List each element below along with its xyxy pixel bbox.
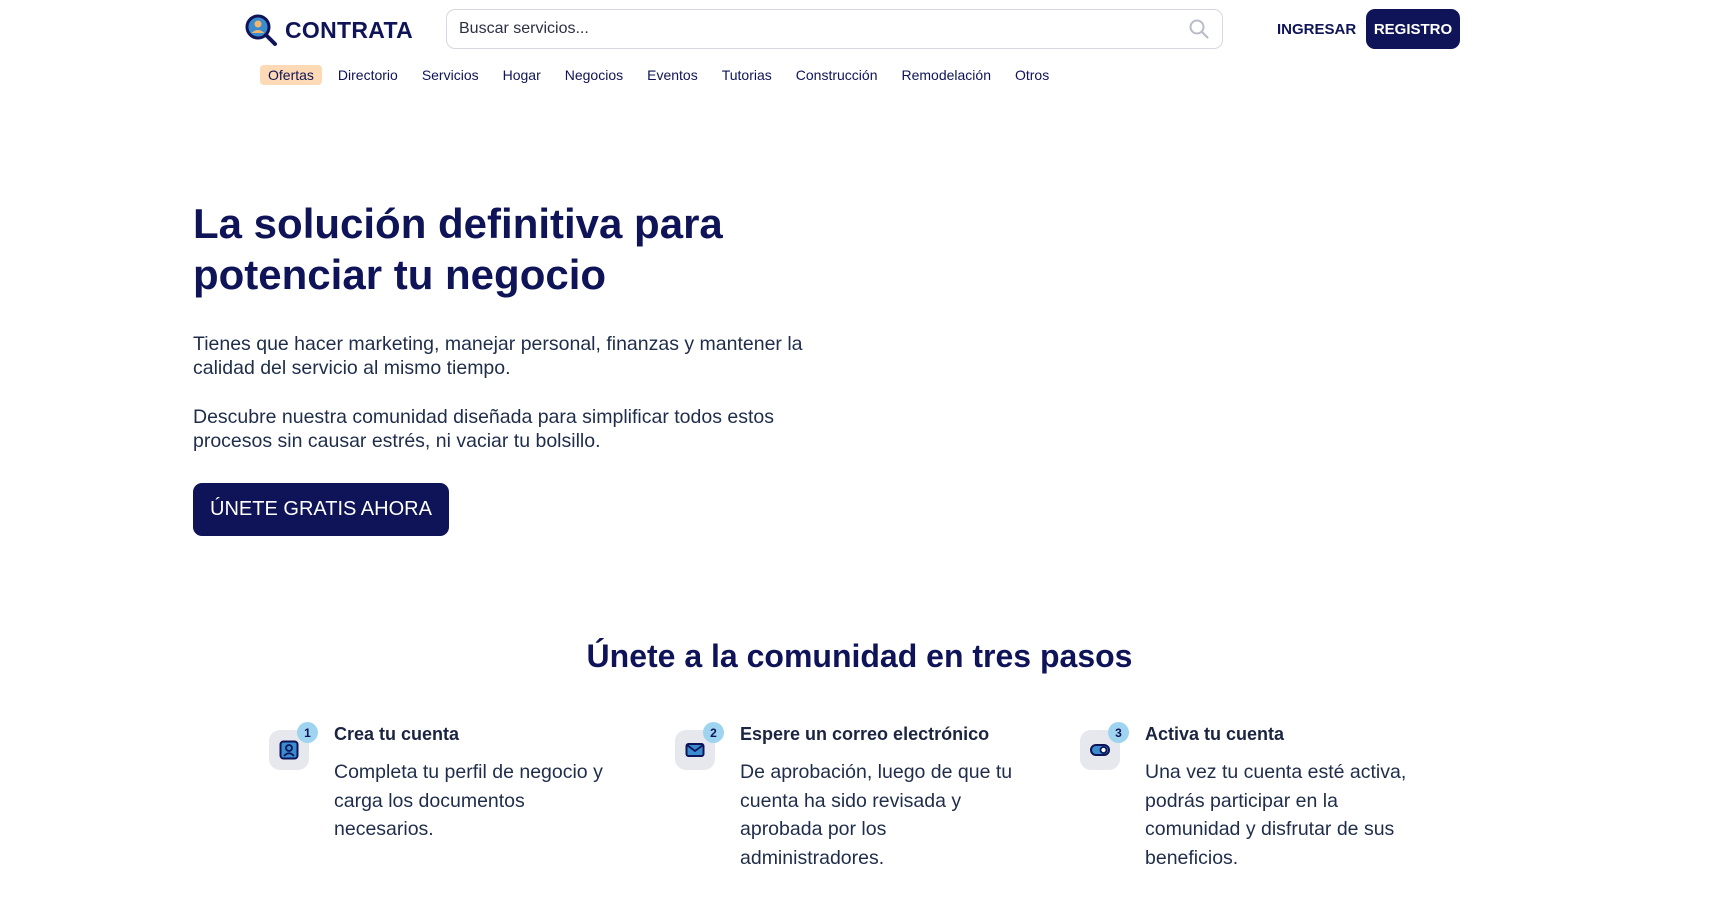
step-heading: Crea tu cuenta (334, 724, 460, 744)
step-number-badge: 1 (297, 722, 318, 743)
hero-paragraph-2: Descubre nuestra comunidad diseñada para… (193, 406, 774, 452)
step-heading: Espere un correo electrónico (740, 724, 990, 744)
search-bar (446, 9, 1223, 49)
profile-card-icon (279, 740, 299, 760)
steps-title: Únete a la comunidad en tres pasos (586, 638, 1133, 674)
step-description: Una vez tu cuenta esté activa, podrás pa… (1145, 761, 1407, 869)
nav-item-servicios[interactable]: Servicios (414, 65, 487, 85)
nav-item-directorio[interactable]: Directorio (330, 65, 406, 85)
step-heading: Activa tu cuenta (1145, 724, 1285, 744)
login-button[interactable]: INGRESAR (1277, 15, 1356, 43)
category-nav: Ofertas Directorio Servicios Hogar Negoc… (260, 65, 1057, 85)
step-number-badge: 3 (1108, 722, 1129, 743)
register-button[interactable]: REGISTRO (1366, 9, 1460, 49)
envelope-icon (685, 743, 705, 757)
search-icon[interactable] (1188, 18, 1210, 40)
step-number-badge: 2 (703, 722, 724, 743)
brand-logo[interactable]: CONTRATA (243, 12, 413, 48)
step-description: Completa tu perfil de negocio y carga lo… (334, 761, 603, 840)
step-description: De aprobación, luego de que tu cuenta ha… (740, 761, 1013, 869)
toggle-icon (1090, 744, 1110, 756)
brand-name: CONTRATA (285, 16, 414, 43)
logo-magnifier-icon (245, 14, 277, 46)
hero-title: La solución definitiva para potenciar tu… (193, 200, 723, 298)
join-free-button[interactable]: ÚNETE GRATIS AHORA (193, 483, 449, 536)
nav-item-otros[interactable]: Otros (1007, 65, 1057, 85)
nav-item-ofertas[interactable]: Ofertas (260, 65, 322, 85)
hero-paragraph-1: Tienes que hacer marketing, manejar pers… (193, 333, 803, 379)
nav-item-construccion[interactable]: Construcción (788, 65, 886, 85)
nav-item-hogar[interactable]: Hogar (495, 65, 549, 85)
nav-item-remodelacion[interactable]: Remodelación (893, 65, 999, 85)
search-input[interactable] (459, 20, 1188, 38)
nav-item-eventos[interactable]: Eventos (639, 65, 706, 85)
nav-item-tutorias[interactable]: Tutorias (714, 65, 780, 85)
nav-item-negocios[interactable]: Negocios (557, 65, 631, 85)
